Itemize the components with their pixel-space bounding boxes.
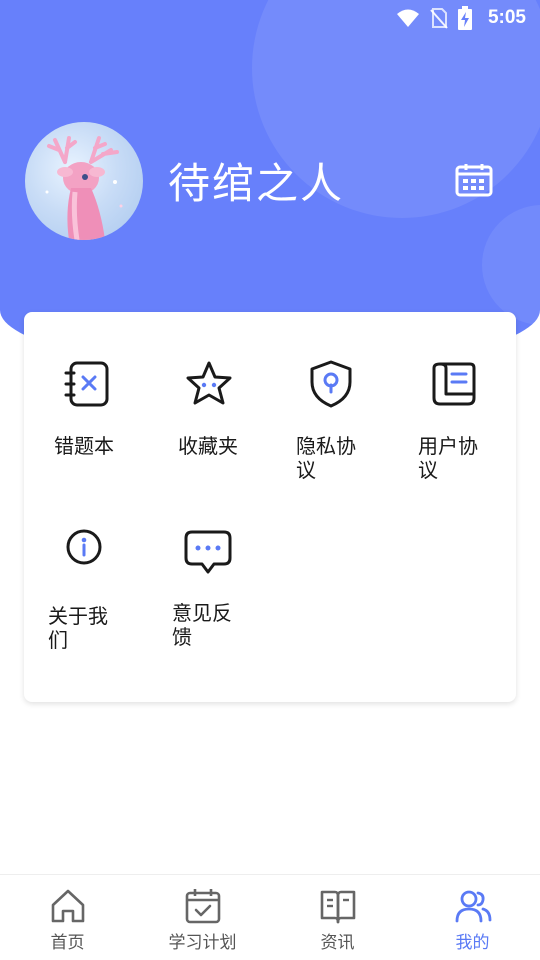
username: 待绾之人 bbox=[168, 159, 345, 208]
calendar-button[interactable] bbox=[455, 162, 493, 198]
tab-label: 首页 bbox=[50, 933, 85, 953]
home-icon bbox=[51, 889, 84, 923]
deer-avatar-icon bbox=[45, 136, 123, 240]
bottom-tab-bar: 首页 学习计划 资讯 我的 bbox=[0, 874, 540, 960]
tab-news[interactable]: 资讯 bbox=[270, 875, 405, 960]
book-icon bbox=[320, 890, 355, 924]
status-time: 5:05 bbox=[487, 7, 526, 28]
tab-home[interactable]: 首页 bbox=[0, 875, 135, 960]
menu-label: 关于我们 bbox=[48, 604, 108, 652]
menu-item-privacy-policy[interactable]: 隐私协议 bbox=[294, 352, 404, 482]
tab-mine[interactable]: 我的 bbox=[405, 875, 540, 960]
tab-label: 学习计划 bbox=[168, 933, 237, 953]
tab-label: 资讯 bbox=[320, 933, 355, 953]
menu-item-about-us[interactable]: 关于我们 bbox=[48, 527, 158, 657]
calendar-check-icon bbox=[185, 889, 220, 924]
user-group-icon bbox=[455, 890, 491, 923]
avatar[interactable] bbox=[25, 122, 143, 240]
status-bar: 5:05 bbox=[0, 0, 540, 36]
chat-bubble-icon bbox=[184, 530, 232, 574]
no-sim-icon bbox=[430, 8, 448, 29]
wifi-icon bbox=[396, 9, 419, 27]
menu-label: 意见反馈 bbox=[172, 601, 232, 649]
menu-label: 用户协议 bbox=[418, 434, 478, 482]
tab-study-plan[interactable]: 学习计划 bbox=[135, 875, 270, 960]
menu-item-feedback[interactable]: 意见反馈 bbox=[172, 524, 282, 654]
info-icon bbox=[66, 529, 102, 565]
shield-lock-icon bbox=[310, 360, 352, 408]
menu-label: 隐私协议 bbox=[296, 434, 356, 482]
decor-circle bbox=[482, 205, 540, 325]
menu-item-wrong-questions[interactable]: 错题本 bbox=[54, 352, 164, 472]
calendar-icon bbox=[455, 164, 493, 197]
menu-item-favorites[interactable]: 收藏夹 bbox=[176, 352, 286, 472]
star-icon bbox=[186, 361, 232, 405]
tab-label: 我的 bbox=[455, 933, 490, 953]
menu-card: 错题本 收藏夹 隐私协议 用户协议 关于我们 意见反馈 bbox=[24, 312, 516, 702]
menu-label: 收藏夹 bbox=[178, 434, 238, 458]
notebook-x-icon bbox=[64, 361, 109, 407]
menu-item-user-agreement[interactable]: 用户协议 bbox=[417, 352, 527, 482]
menu-label: 错题本 bbox=[54, 434, 114, 458]
battery-charging-icon bbox=[457, 6, 472, 30]
scroll-document-icon bbox=[432, 362, 476, 406]
